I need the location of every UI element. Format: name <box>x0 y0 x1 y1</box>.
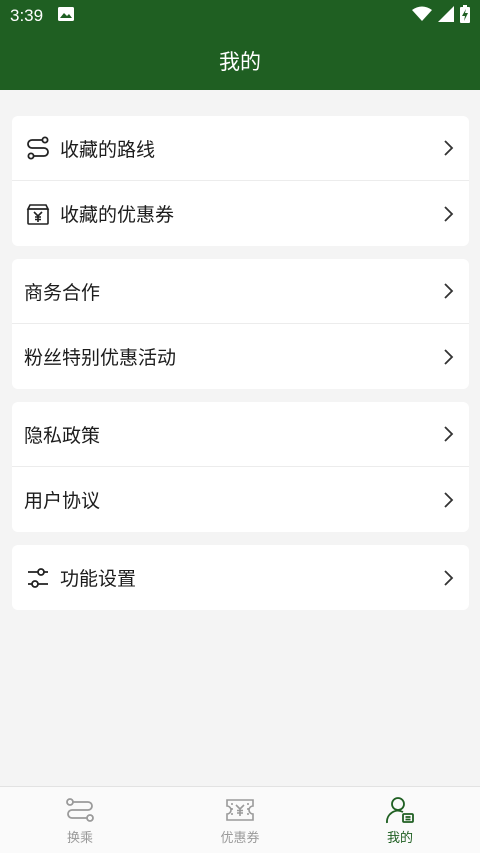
menu-item-label: 收藏的优惠券 <box>60 205 175 226</box>
transfer-icon <box>64 795 96 825</box>
menu-item-business-cooperation[interactable]: 商务合作 <box>12 259 469 324</box>
menu-item-fan-promotions[interactable]: 粉丝特别优惠活动 <box>12 324 469 389</box>
app-bar: 我的 <box>0 32 480 90</box>
status-time: 3:39 <box>10 6 44 25</box>
coupon-icon <box>224 795 256 825</box>
menu-item-label: 用户协议 <box>24 491 101 512</box>
menu-group-settings: 功能设置 <box>12 545 469 610</box>
menu-item-label: 隐私政策 <box>24 425 101 447</box>
menu-item-label: 商务合作 <box>24 282 101 304</box>
menu-group-business: 商务合作 粉丝特别优惠活动 <box>12 259 469 389</box>
chevron-right-icon <box>441 282 455 300</box>
tab-transfer[interactable]: 换乘 <box>0 787 160 853</box>
chevron-right-icon <box>441 491 455 509</box>
tab-label: 我的 <box>386 829 413 845</box>
settings-sliders-icon <box>24 564 52 592</box>
tab-coupons[interactable]: 优惠券 <box>160 787 320 853</box>
menu-item-label: 功能设置 <box>60 569 137 590</box>
coupon-bag-icon <box>24 200 52 228</box>
chevron-right-icon <box>441 348 455 366</box>
tab-label: 优惠券 <box>220 829 260 845</box>
menu-item-settings[interactable]: 功能设置 <box>12 545 469 610</box>
chevron-right-icon <box>441 569 455 587</box>
chevron-right-icon <box>441 139 455 157</box>
battery-charging-icon <box>460 4 470 28</box>
menu-item-label: 收藏的路线 <box>60 139 156 161</box>
menu-list: 收藏的路线 收藏的优惠券 商务合作 粉丝特别优惠活动 隐私政策 用户协议 功能设… <box>12 116 469 623</box>
route-icon <box>24 134 52 162</box>
menu-group-favorites: 收藏的路线 收藏的优惠券 <box>12 116 469 246</box>
status-bar: 3:39 <box>0 0 480 32</box>
tab-label: 换乘 <box>66 829 93 845</box>
menu-item-saved-coupons[interactable]: 收藏的优惠券 <box>12 181 469 246</box>
menu-group-legal: 隐私政策 用户协议 <box>12 402 469 532</box>
page-title: 我的 <box>219 51 261 74</box>
menu-item-privacy-policy[interactable]: 隐私政策 <box>12 402 469 467</box>
profile-icon <box>384 795 416 825</box>
menu-item-user-agreement[interactable]: 用户协议 <box>12 467 469 532</box>
menu-item-saved-routes[interactable]: 收藏的路线 <box>12 116 469 181</box>
image-icon <box>57 6 75 27</box>
signal-icon <box>438 5 454 27</box>
menu-item-label: 粉丝特别优惠活动 <box>24 348 177 369</box>
chevron-right-icon <box>441 205 455 223</box>
wifi-icon <box>412 6 432 27</box>
chevron-right-icon <box>441 425 455 443</box>
bottom-navigation: 换乘 优惠券 我的 <box>0 786 480 853</box>
tab-profile[interactable]: 我的 <box>320 787 480 853</box>
